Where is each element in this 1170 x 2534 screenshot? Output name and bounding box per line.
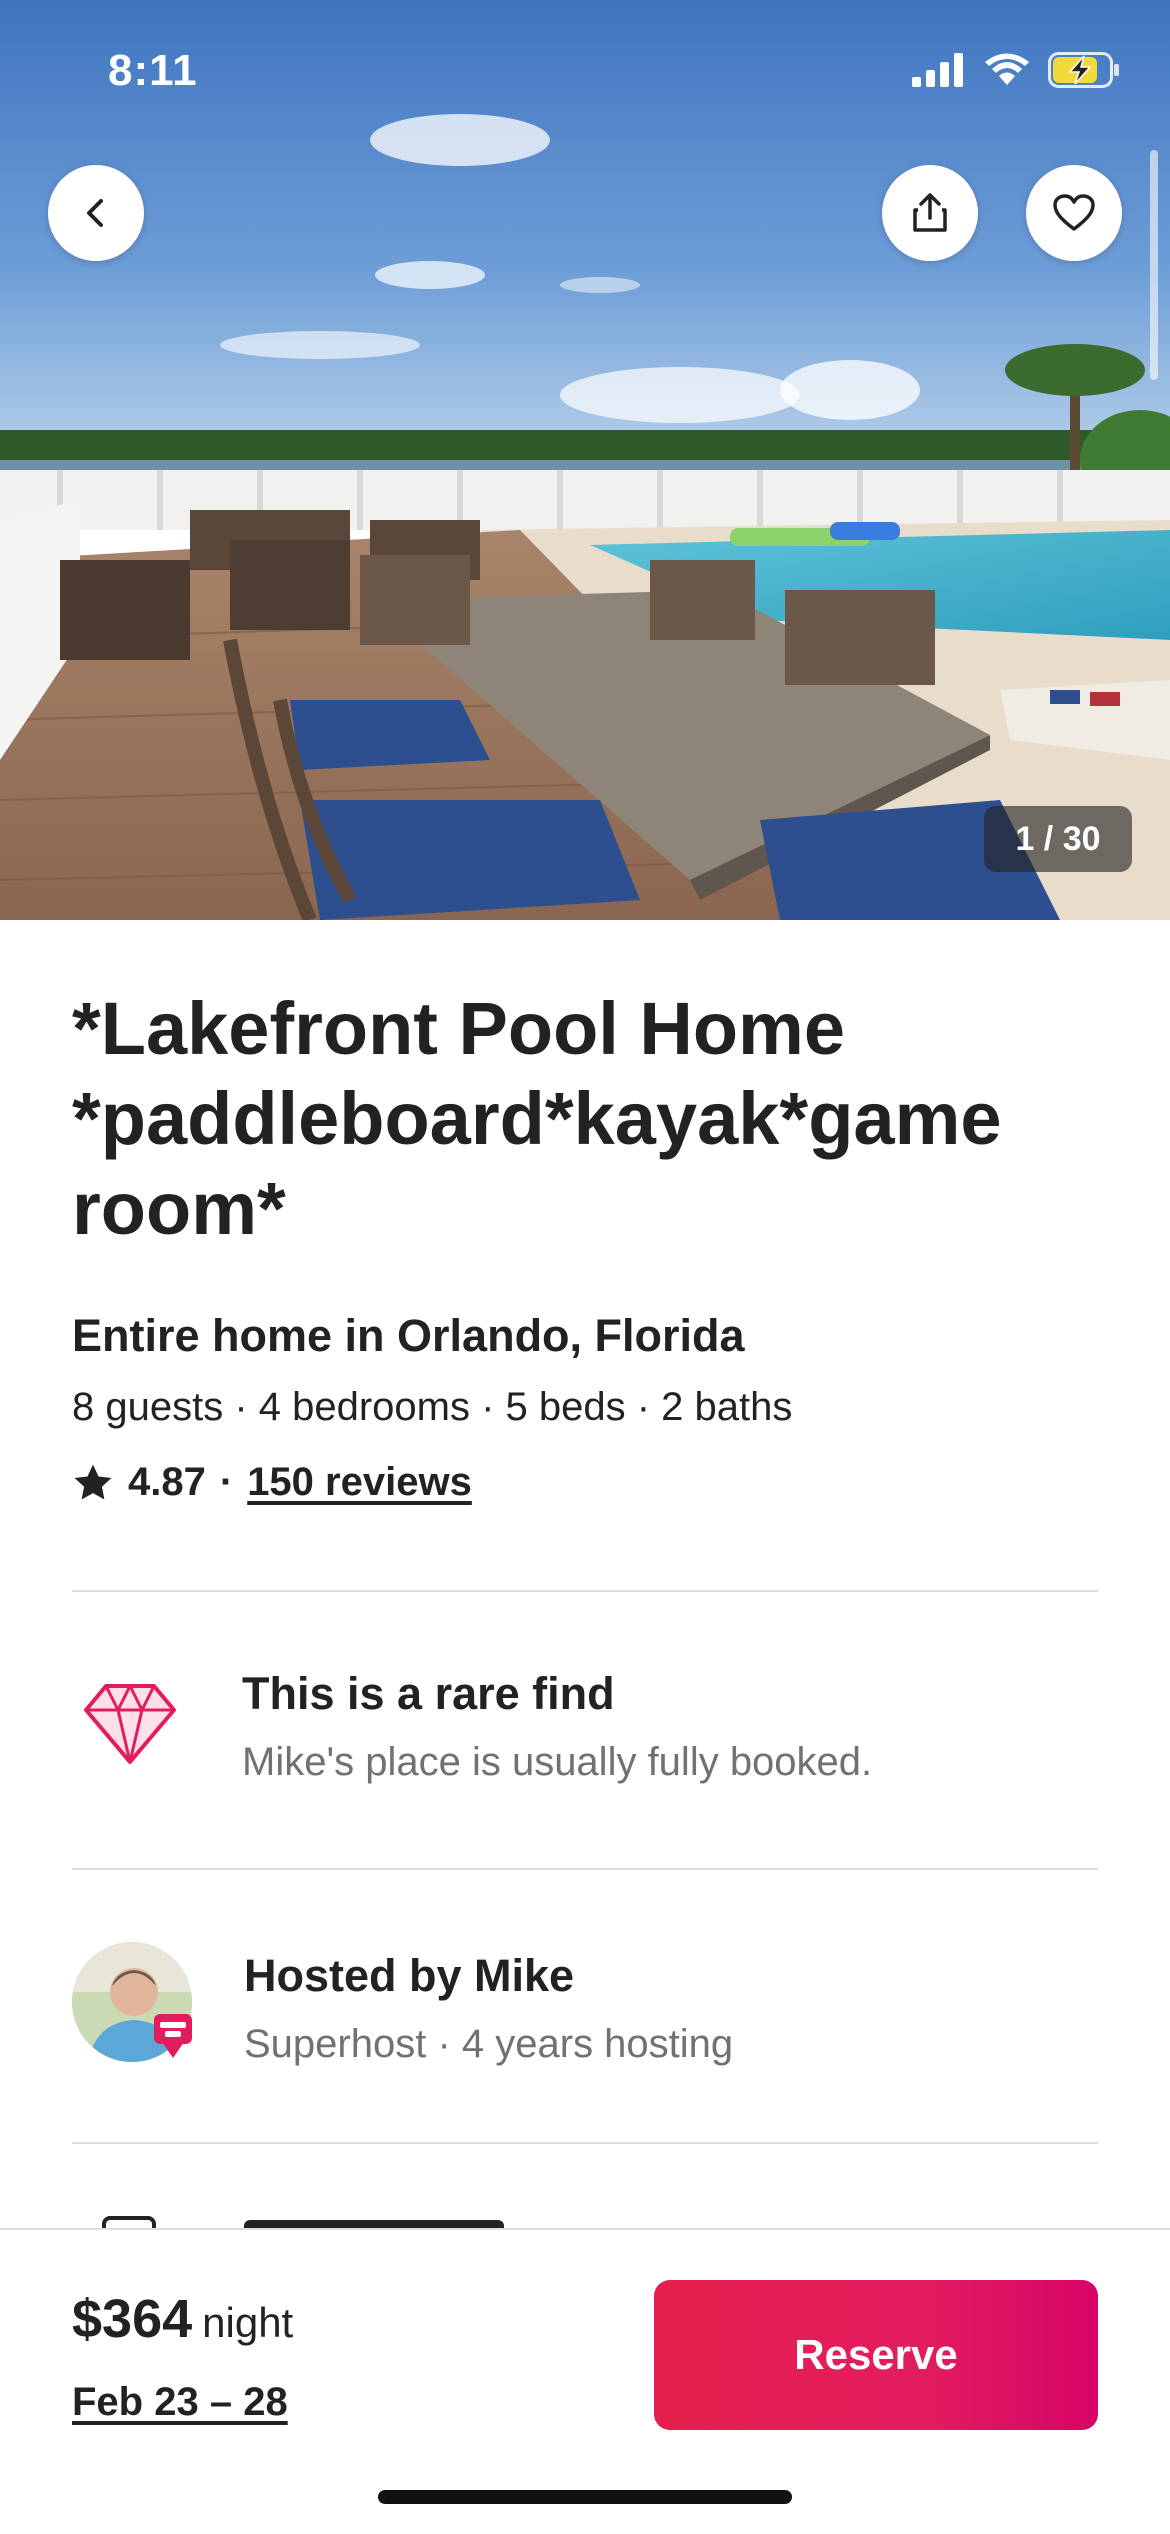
cellular-signal-icon <box>912 53 963 87</box>
listing-photo-gallery[interactable]: 8:11 1 / 30 <box>0 0 1170 920</box>
host-name: Hosted by Mike <box>244 1950 575 2001</box>
price-summary: $364 night <box>72 2288 293 2350</box>
price-unit: night <box>202 2299 294 2346</box>
rare-find-title: This is a rare find <box>242 1668 615 1719</box>
nightly-price: $364 <box>72 2289 193 2349</box>
host-subtitle: Superhost · 4 years hosting <box>244 2022 734 2066</box>
back-button[interactable] <box>48 165 144 261</box>
booking-footer: $364 night Feb 23 – 28 Reserve <box>0 2228 1170 2534</box>
battery-charging-icon <box>1048 52 1119 88</box>
heart-icon <box>1053 194 1095 231</box>
divider <box>72 1590 1098 1592</box>
status-icons <box>912 52 1120 88</box>
trip-dates-link[interactable]: Feb 23 – 28 <box>72 2380 288 2425</box>
divider <box>72 2142 1098 2144</box>
superhost-badge-icon <box>154 2014 192 2058</box>
reviews-link[interactable]: 150 reviews <box>247 1460 472 1505</box>
rating-value: 4.87 <box>128 1460 206 1504</box>
wifi-icon <box>985 53 1029 85</box>
listing-subtitle: Entire home in Orlando, Florida <box>72 1310 745 1361</box>
share-icon <box>913 193 947 232</box>
scroll-indicator <box>1150 150 1158 380</box>
save-to-wishlist-button[interactable] <box>1026 165 1122 261</box>
listing-details: 8 guests · 4 bedrooms · 5 beds · 2 baths <box>72 1385 793 1429</box>
share-button[interactable] <box>882 165 978 261</box>
status-time: 8:11 <box>108 46 198 95</box>
host-row[interactable]: Hosted by Mike Superhost · 4 years hosti… <box>72 1942 1098 2072</box>
back-icon <box>87 199 103 227</box>
listing-title: *Lakefront Pool Home *paddleboard*kayak*… <box>72 987 1002 1250</box>
divider <box>72 1868 1098 1870</box>
rare-find-highlight: This is a rare find Mike's place is usua… <box>72 1660 1098 1800</box>
separator-dot: · <box>219 1460 234 1504</box>
photo-counter: 1 / 30 <box>984 806 1132 872</box>
star-icon <box>74 1464 112 1500</box>
status-bar: 8:11 <box>0 0 1170 150</box>
rating-row: 4.87 · 150 reviews <box>72 1460 472 1505</box>
rare-find-subtitle: Mike's place is usually fully booked. <box>242 1740 873 1784</box>
home-indicator <box>378 2490 792 2504</box>
reserve-button[interactable]: Reserve <box>654 2280 1098 2430</box>
diamond-icon <box>84 1684 176 1764</box>
